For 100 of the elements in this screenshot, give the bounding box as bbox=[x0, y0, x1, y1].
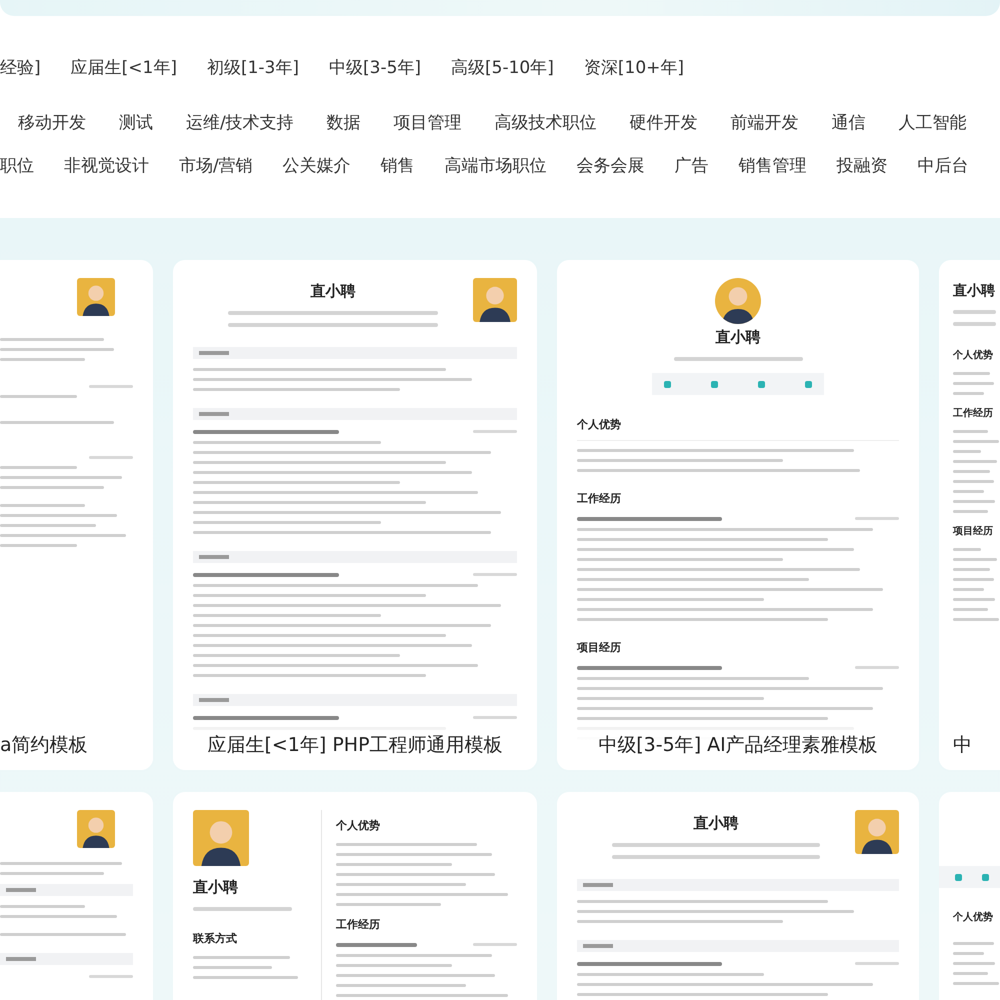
blurred-text bbox=[953, 568, 990, 570]
category-filter[interactable]: 高级技术职位 bbox=[494, 111, 597, 134]
category-filter[interactable]: 会务会展 bbox=[576, 154, 645, 177]
contact-icon bbox=[758, 380, 765, 388]
section-heading: 工作经历 bbox=[336, 917, 381, 932]
blurred-text bbox=[199, 555, 229, 559]
blurred-text bbox=[473, 716, 517, 719]
blurred-text bbox=[6, 888, 36, 892]
experience-filter[interactable]: 高级[5-10年] bbox=[451, 56, 554, 79]
category-filter[interactable]: 前端开发 bbox=[730, 111, 799, 134]
blurred-text bbox=[953, 578, 994, 580]
blurred-text bbox=[583, 883, 613, 887]
blurred-text bbox=[473, 430, 517, 433]
blurred-text bbox=[953, 952, 984, 954]
blurred-text bbox=[953, 392, 984, 394]
blurred-text bbox=[953, 598, 996, 600]
section-heading: 个人优势 bbox=[336, 818, 381, 833]
blurred-text bbox=[953, 490, 984, 492]
section-heading: 项目经历 bbox=[577, 640, 622, 655]
contact-icon bbox=[955, 874, 962, 880]
resume-name: 直小聘 bbox=[193, 878, 238, 897]
section-heading: 个人优势 bbox=[953, 348, 994, 362]
contact-icon bbox=[805, 380, 812, 388]
blurred-text bbox=[953, 608, 988, 610]
experience-filter[interactable]: 初级[1-3年] bbox=[206, 56, 299, 79]
avatar-silhouette bbox=[855, 810, 899, 854]
category-filter[interactable]: 硬件开发 bbox=[630, 111, 698, 134]
category-filter[interactable]: 非视觉设计 bbox=[64, 154, 149, 177]
category-filter[interactable]: 销售 bbox=[380, 154, 415, 177]
blurred-text bbox=[953, 372, 990, 374]
blurred-text bbox=[953, 982, 999, 984]
blurred-text bbox=[953, 500, 996, 502]
blurred-text bbox=[953, 450, 981, 452]
section-heading: 个人优势 bbox=[953, 910, 994, 924]
category-filter[interactable]: 运维/技术支持 bbox=[186, 111, 294, 134]
avatar-silhouette bbox=[473, 278, 517, 322]
category-filter[interactable]: 销售管理 bbox=[738, 154, 807, 177]
category-filter[interactable]: 高端市场职位 bbox=[444, 154, 547, 177]
blurred-text bbox=[855, 962, 899, 965]
category-filter[interactable]: 公关媒介 bbox=[282, 154, 351, 177]
avatar-silhouette bbox=[715, 278, 761, 324]
blurred-text bbox=[953, 972, 988, 974]
category-filter[interactable]: 移动开发 bbox=[18, 111, 86, 134]
blurred-text bbox=[89, 975, 133, 978]
resume-name: 直小聘 bbox=[694, 814, 738, 833]
contact-icon bbox=[982, 874, 989, 880]
category-filter[interactable]: 通信 bbox=[832, 111, 866, 134]
experience-filter[interactable]: 中级[3-5年] bbox=[329, 56, 422, 79]
blurred-text bbox=[199, 351, 229, 355]
blurred-text bbox=[473, 943, 517, 946]
category-filter[interactable]: 投融资 bbox=[836, 154, 888, 177]
blurred-text bbox=[473, 573, 517, 576]
resume-name: 直小聘 bbox=[310, 282, 356, 301]
blurred-text bbox=[89, 385, 133, 388]
category-filter[interactable]: 人工智能 bbox=[898, 111, 967, 134]
category-filter[interactable]: 数据 bbox=[326, 111, 361, 134]
category-filter[interactable]: 测试 bbox=[119, 111, 153, 134]
category-filter[interactable]: 职位 bbox=[0, 154, 34, 177]
template-card[interactable]: 个人优势 bbox=[939, 792, 1000, 1000]
blurred-text bbox=[199, 412, 229, 416]
blurred-text bbox=[953, 942, 994, 944]
avatar-silhouette bbox=[193, 810, 249, 866]
blurred-text bbox=[855, 517, 899, 520]
blurred-text bbox=[953, 382, 994, 384]
contact-icon bbox=[664, 380, 671, 388]
blurred-text bbox=[199, 698, 229, 702]
section-heading: 工作经历 bbox=[953, 406, 994, 420]
section-heading: 工作经历 bbox=[577, 491, 622, 506]
template-card[interactable]: 直小聘 联系方式 个人优势 工作经历 bbox=[173, 792, 537, 1000]
template-card[interactable]: 直小聘 bbox=[557, 792, 919, 1000]
template-card[interactable]: 直小聘 个人优势 工作经历 项目经历 中级[3-5年] AI产品经理素雅模板 bbox=[557, 260, 919, 770]
blurred-text bbox=[953, 460, 998, 462]
section-heading: 个人优势 bbox=[577, 417, 622, 432]
template-card[interactable]: a简约模板 bbox=[0, 260, 153, 770]
blurred-text bbox=[953, 430, 988, 432]
blurred-text bbox=[953, 548, 981, 550]
blurred-text bbox=[583, 944, 613, 948]
template-card[interactable]: 直小聘 个人优势 工作经历 项目经历 中 bbox=[939, 260, 1000, 770]
blurred-text bbox=[953, 322, 996, 326]
blurred-text bbox=[953, 440, 999, 442]
blurred-text bbox=[953, 558, 998, 560]
blurred-text bbox=[6, 957, 36, 961]
category-filter[interactable]: 市场/营销 bbox=[179, 154, 253, 177]
category-filter[interactable]: 广告 bbox=[674, 154, 709, 177]
avatar-silhouette bbox=[77, 278, 115, 316]
blurred-text bbox=[855, 666, 899, 669]
category-filter[interactable]: 项目管理 bbox=[394, 111, 462, 134]
blurred-text bbox=[953, 510, 988, 512]
template-card[interactable]: 直小聘 应届生[<1年] PHP工程师通用模板 bbox=[173, 260, 537, 770]
blurred-text bbox=[953, 310, 996, 314]
category-filter[interactable]: 中后台 bbox=[918, 154, 969, 177]
section-heading: 项目经历 bbox=[953, 524, 994, 538]
experience-filter[interactable]: 经验] bbox=[0, 56, 41, 79]
experience-filter[interactable]: 应届生[<1年] bbox=[70, 56, 177, 79]
blurred-text bbox=[89, 456, 133, 459]
experience-filter[interactable]: 资深[10+年] bbox=[584, 56, 684, 79]
blurred-text bbox=[953, 480, 994, 482]
section-heading: 联系方式 bbox=[193, 931, 238, 946]
resume-name: 直小聘 bbox=[953, 282, 995, 300]
avatar-silhouette bbox=[77, 810, 115, 848]
